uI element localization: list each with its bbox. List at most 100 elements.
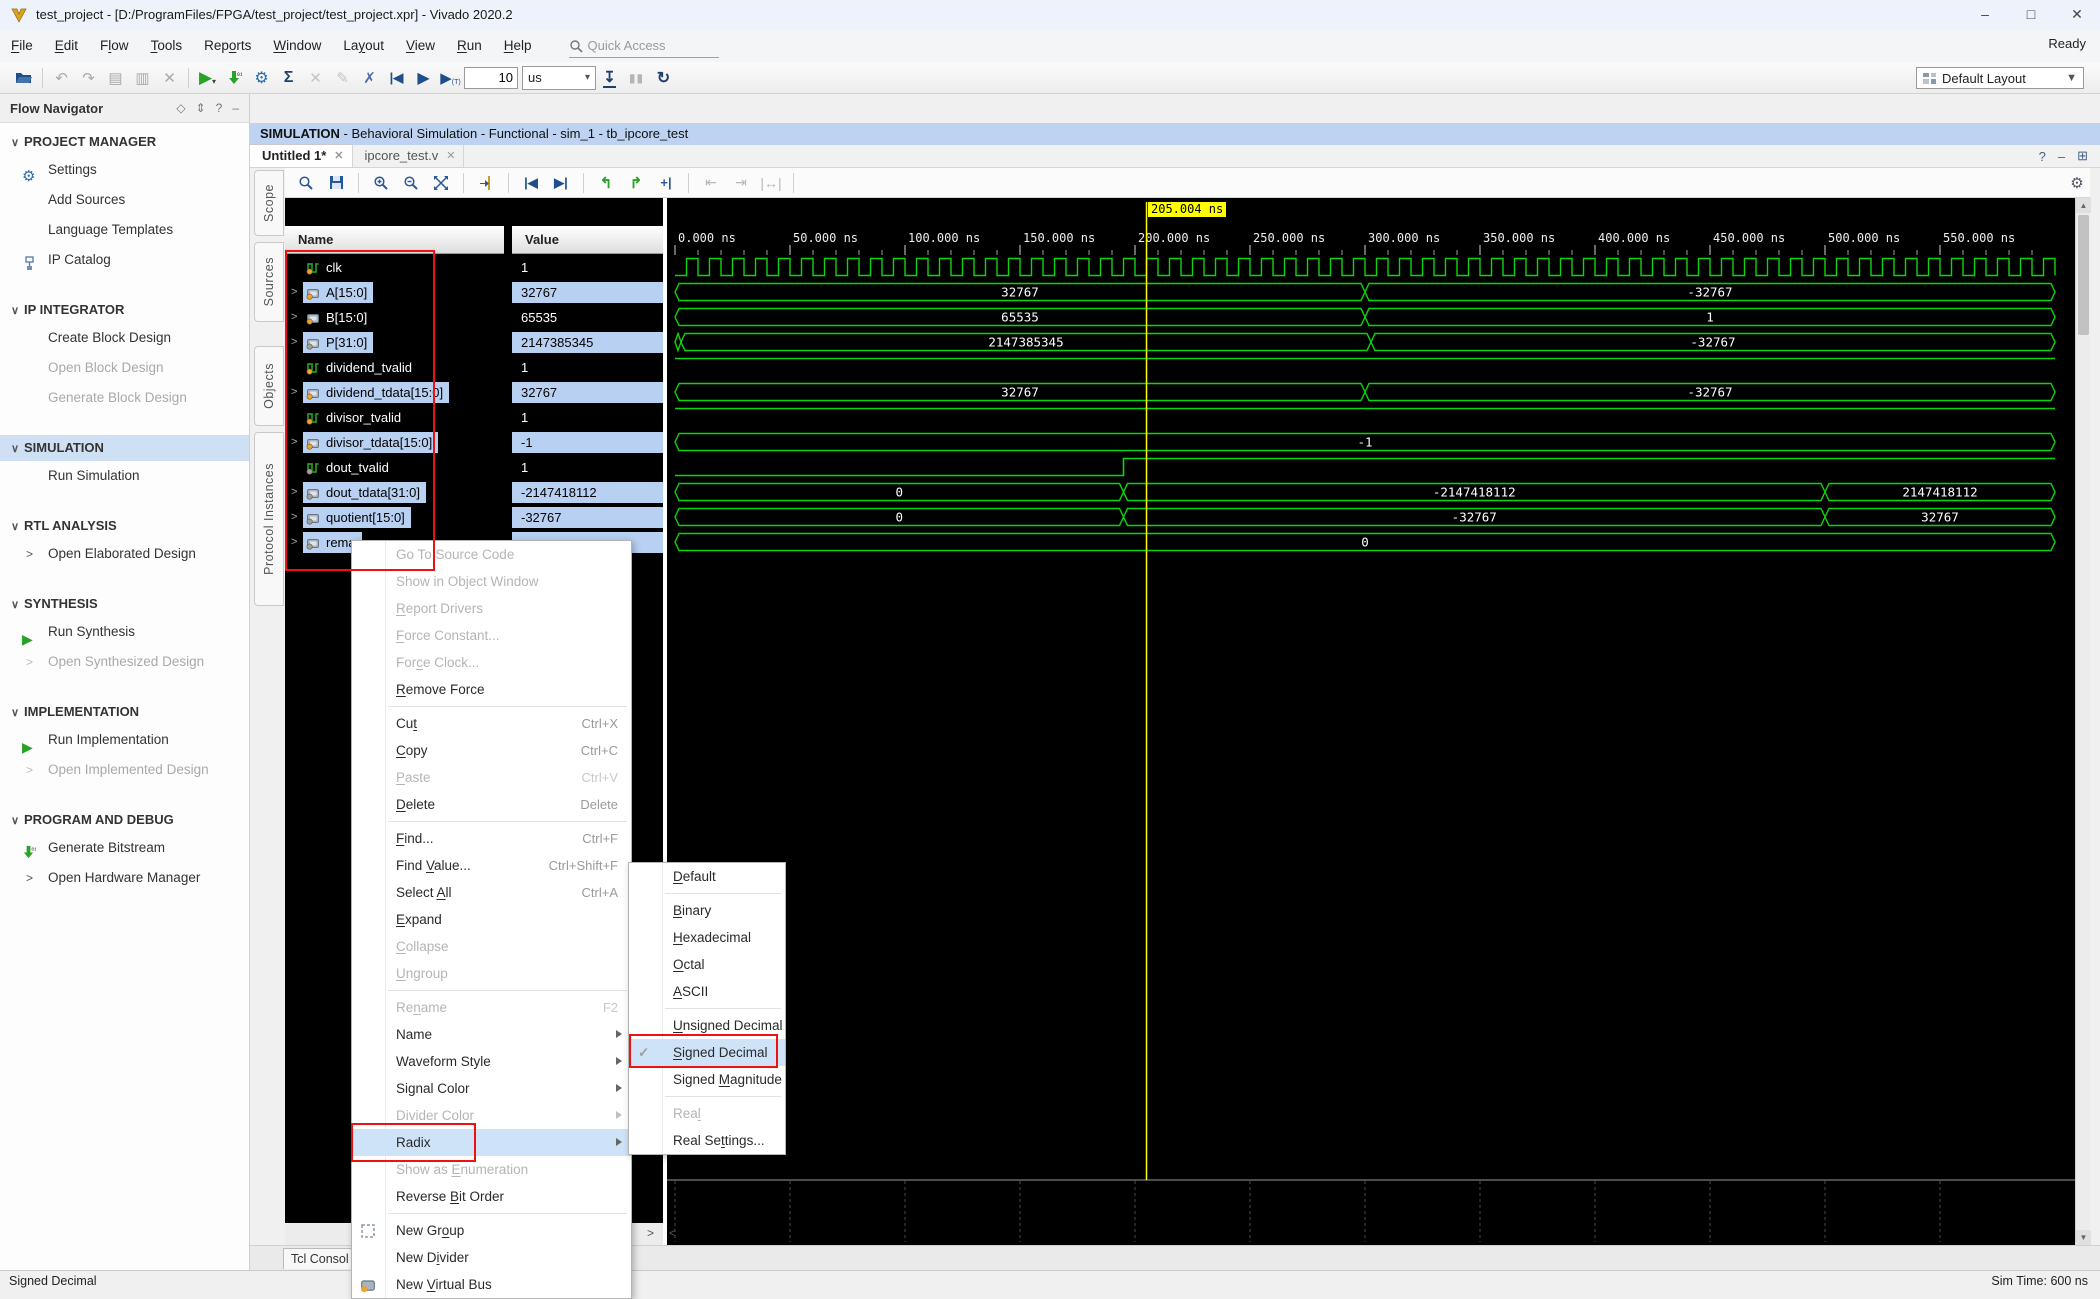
pause-icon[interactable]: ▮▮: [623, 66, 650, 90]
flow-item-generate-bitstream[interactable]: 01Generate Bitstream: [0, 833, 249, 863]
flow-section-header-project-manager[interactable]: ∨PROJECT MANAGER: [0, 129, 249, 155]
flow-item-open-block-design[interactable]: Open Block Design: [0, 353, 249, 383]
signal-row-quotient-15-0[interactable]: >quotient[15:0]: [285, 505, 504, 530]
signal-row-clk[interactable]: clk: [285, 255, 504, 280]
close-button[interactable]: ✕: [2054, 0, 2100, 29]
flow-item-open-synthesized-design[interactable]: >Open Synthesized Design: [0, 647, 249, 677]
context-menu-item-copy[interactable]: CopyCtrl+C: [352, 737, 631, 764]
signal-row-dout-tvalid[interactable]: dout_tvalid: [285, 455, 504, 480]
flow-section-header-synthesis[interactable]: ∨SYNTHESIS: [0, 591, 249, 617]
signal-row-divisor-tvalid[interactable]: divisor_tvalid: [285, 405, 504, 430]
flow-section-header-implementation[interactable]: ∨IMPLEMENTATION: [0, 699, 249, 725]
cancel-icon[interactable]: ✕: [302, 66, 329, 90]
help-icon[interactable]: ?: [2039, 149, 2046, 164]
signal-row-dout-tdata-31-0[interactable]: >dout_tdata[31:0]: [285, 480, 504, 505]
radix-item-octal[interactable]: Octal: [629, 951, 785, 978]
expand-chevron-icon[interactable]: >: [291, 530, 297, 555]
flow-item-run-implementation[interactable]: ▶Run Implementation: [0, 725, 249, 755]
quick-access-search[interactable]: Quick Access: [569, 35, 719, 58]
flow-item-run-simulation[interactable]: Run Simulation: [0, 461, 249, 491]
time-unit-select[interactable]: us▾: [522, 66, 596, 90]
delete-icon[interactable]: ✕: [156, 66, 183, 90]
find-icon[interactable]: [293, 172, 319, 194]
help-icon[interactable]: ?: [216, 101, 223, 115]
context-menu-item-new-virtual-bus[interactable]: New Virtual Bus: [352, 1271, 631, 1298]
cursor-time-label[interactable]: 205.004 ns: [1148, 202, 1226, 217]
close-icon[interactable]: ✕: [334, 145, 343, 167]
signal-row-divisor-tdata-15-0[interactable]: >divisor_tdata[15:0]: [285, 430, 504, 455]
relaunch-simulation-icon[interactable]: ↻: [650, 66, 677, 90]
context-menu-item-find[interactable]: Find...Ctrl+F: [352, 825, 631, 852]
radix-item-binary[interactable]: Binary: [629, 897, 785, 924]
run-for-time-icon[interactable]: ▶(T): [437, 66, 464, 90]
menu-window[interactable]: Window: [262, 30, 332, 62]
signal-row-dividend-tdata-15-0[interactable]: >dividend_tdata[15:0]: [285, 380, 504, 405]
radix-item-signed-decimal[interactable]: ✓Signed Decimal: [629, 1039, 785, 1066]
flow-item-language-templates[interactable]: Language Templates: [0, 215, 249, 245]
menu-file[interactable]: File: [0, 30, 44, 62]
scrollbar-thumb[interactable]: [2078, 215, 2089, 335]
generate-bitstream-icon[interactable]: 01: [221, 66, 248, 90]
scroll-left-icon[interactable]: <: [669, 1226, 676, 1240]
signal-row-dividend-tvalid[interactable]: dividend_tvalid: [285, 355, 504, 380]
float-pane-icon[interactable]: ⊞: [2077, 148, 2088, 164]
flow-item-open-elaborated-design[interactable]: >Open Elaborated Design: [0, 539, 249, 569]
radix-item-default[interactable]: Default: [629, 863, 785, 890]
previous-transition-icon[interactable]: |◀: [518, 172, 544, 194]
zoom-in-icon[interactable]: [368, 172, 394, 194]
side-tab-objects[interactable]: Objects: [254, 346, 284, 426]
expand-chevron-icon[interactable]: >: [291, 305, 297, 330]
settings-gear-icon[interactable]: ⚙: [248, 66, 275, 90]
context-menu-item-select-all[interactable]: Select AllCtrl+A: [352, 879, 631, 906]
flow-section-header-program-and-debug[interactable]: ∨PROGRAM AND DEBUG: [0, 807, 249, 833]
side-tab-scope[interactable]: Scope: [254, 170, 284, 236]
menu-tools[interactable]: Tools: [140, 30, 194, 62]
context-menu-item-waveform-style[interactable]: Waveform Style: [352, 1048, 631, 1075]
tab-tcl-console[interactable]: Tcl Consol: [283, 1248, 355, 1269]
menu-view[interactable]: View: [395, 30, 446, 62]
menu-reports[interactable]: Reports: [193, 30, 262, 62]
flow-section-header-simulation[interactable]: ∨SIMULATION: [0, 435, 249, 461]
signal-row-a-15-0[interactable]: >A[15:0]: [285, 280, 504, 305]
paste-icon[interactable]: ▥: [129, 66, 156, 90]
add-marker-icon[interactable]: +|: [653, 172, 679, 194]
menu-edit[interactable]: Edit: [44, 30, 89, 62]
expand-collapse-icon[interactable]: ⇕: [196, 101, 206, 115]
context-menu-item-name[interactable]: Name: [352, 1021, 631, 1048]
toggle-tree-icon[interactable]: ◇: [176, 101, 185, 115]
radix-item-ascii[interactable]: ASCII: [629, 978, 785, 1005]
vertical-scrollbar[interactable]: ▲ ▼: [2075, 198, 2090, 1245]
fit-selection-icon[interactable]: |↔|: [758, 172, 784, 194]
menu-layout[interactable]: Layout: [332, 30, 395, 62]
swap-previous-cursor-icon[interactable]: ↰: [593, 172, 619, 194]
swap-next-cursor-icon[interactable]: ↱: [623, 172, 649, 194]
run-flow-icon[interactable]: ▶▾: [194, 66, 221, 90]
report-summary-icon[interactable]: Σ: [275, 66, 302, 90]
expand-chevron-icon[interactable]: >: [291, 380, 297, 405]
waveform-canvas[interactable]: 0.000 ns50.000 ns100.000 ns150.000 ns200…: [667, 198, 2075, 1245]
save-waveform-icon[interactable]: [323, 172, 349, 194]
scroll-right-icon[interactable]: >: [647, 1226, 654, 1240]
chevron-right-icon[interactable]: >: [26, 539, 33, 569]
context-menu-item-expand[interactable]: Expand: [352, 906, 631, 933]
go-to-time-0-icon[interactable]: ⇤: [698, 172, 724, 194]
flow-item-open-implemented-design[interactable]: >Open Implemented Design: [0, 755, 249, 785]
minimize-panel-icon[interactable]: –: [232, 101, 239, 115]
layout-selector[interactable]: Default Layout ▼: [1916, 67, 2084, 89]
zoom-to-cursor-icon[interactable]: [473, 172, 499, 194]
side-tab-sources[interactable]: Sources: [254, 242, 284, 322]
chevron-right-icon[interactable]: >: [26, 863, 33, 893]
flow-item-generate-block-design[interactable]: Generate Block Design: [0, 383, 249, 413]
radix-item-real-settings[interactable]: Real Settings...: [629, 1127, 785, 1154]
clear-run-icon[interactable]: ✗: [356, 66, 383, 90]
side-tab-protocol-instances[interactable]: Protocol Instances: [254, 432, 284, 606]
expand-chevron-icon[interactable]: >: [291, 430, 297, 455]
tab-ipcore-test-v[interactable]: ipcore_test.v ✕: [353, 145, 465, 167]
expand-chevron-icon[interactable]: >: [291, 480, 297, 505]
scroll-down-icon[interactable]: ▼: [2076, 1230, 2091, 1245]
go-to-last-time-icon[interactable]: ⇥: [728, 172, 754, 194]
context-menu-item-new-divider[interactable]: New Divider: [352, 1244, 631, 1271]
minimize-button[interactable]: –: [1962, 0, 2008, 29]
minimize-pane-icon[interactable]: –: [2058, 149, 2065, 164]
context-menu-item-radix[interactable]: Radix: [352, 1129, 631, 1156]
